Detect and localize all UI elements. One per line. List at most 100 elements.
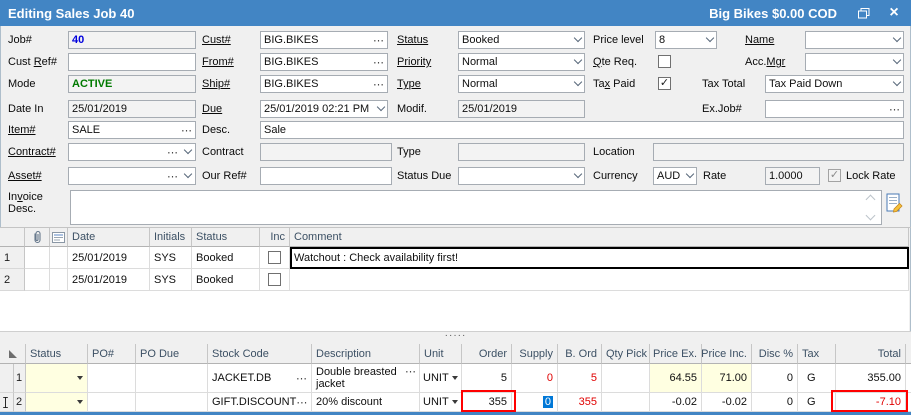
edit-invoice-notes-button[interactable] — [886, 193, 904, 217]
item-qty-pick-cell[interactable] — [602, 393, 650, 412]
col-header-initials[interactable]: Initials — [150, 228, 192, 247]
item-status-cell[interactable] — [26, 393, 88, 412]
dropdown-arrow-icon[interactable] — [376, 102, 386, 112]
col-header-tax[interactable]: Tax — [798, 344, 836, 364]
notes-cell[interactable] — [50, 269, 68, 291]
item-price-inc-cell[interactable]: -0.02 — [702, 393, 752, 412]
attachment-column-header[interactable] — [25, 228, 50, 247]
item-supply-cell-editing[interactable]: 0 — [512, 393, 558, 412]
name-label[interactable]: Name — [745, 34, 774, 46]
dropdown-arrow-icon[interactable] — [892, 77, 902, 87]
dropdown-arrow-icon[interactable] — [705, 33, 715, 43]
from-ellipsis-button[interactable]: ⋯ — [373, 56, 384, 69]
comment-text-cell-focused[interactable]: Watchout : Check availability first! — [290, 247, 909, 269]
stock-code-ellipsis-button[interactable]: ⋯ — [296, 372, 307, 385]
col-header-po-due[interactable]: PO Due — [136, 344, 208, 364]
attachment-cell[interactable] — [25, 269, 50, 291]
ship-ellipsis-button[interactable]: ⋯ — [373, 78, 384, 91]
dropdown-arrow-icon[interactable] — [892, 55, 902, 65]
item-unit-cell[interactable]: UNIT — [420, 393, 462, 412]
item-qty-pick-cell[interactable] — [602, 364, 650, 393]
comment-status-cell[interactable]: Booked — [192, 269, 260, 291]
col-header-comment[interactable]: Comment — [290, 228, 909, 247]
attachment-cell[interactable] — [25, 247, 50, 269]
asset-ellipsis-button[interactable]: ⋯ — [167, 170, 178, 183]
ex-job-field[interactable]: ⋯ — [765, 100, 904, 118]
cust-ellipsis-button[interactable]: ⋯ — [373, 34, 384, 47]
tax-total-dropdown[interactable]: Tax Paid Down — [765, 75, 904, 93]
status-dropdown[interactable]: Booked — [458, 31, 585, 49]
dropdown-arrow-icon[interactable] — [573, 33, 583, 43]
comment-text-cell[interactable] — [290, 269, 909, 291]
type-label[interactable]: Type — [397, 78, 421, 90]
col-header-order[interactable]: Order — [462, 344, 512, 364]
acc-mgr-label[interactable]: Acc.Mgr — [745, 56, 785, 68]
col-header-description[interactable]: Description — [312, 344, 420, 364]
item-disc-cell[interactable]: 0 — [752, 364, 798, 393]
item-total-cell[interactable]: 355.00 — [836, 364, 906, 393]
col-header-status[interactable]: Status — [192, 228, 260, 247]
cust-label[interactable]: Cust# — [202, 34, 231, 46]
item-price-inc-cell[interactable]: 71.00 — [702, 364, 752, 393]
item-description-cell[interactable]: Double breasted jacket ⋯ — [312, 364, 420, 393]
inc-checkbox[interactable] — [268, 251, 281, 264]
item-unit-cell[interactable]: UNIT — [420, 364, 462, 393]
priority-label[interactable]: Priority — [397, 56, 431, 68]
priority-dropdown[interactable]: Normal — [458, 53, 585, 71]
cust-field[interactable]: BIG.BIKES ⋯ — [260, 31, 388, 49]
item-row-number[interactable]: 1 — [14, 364, 26, 393]
items-corner-header[interactable] — [0, 344, 26, 364]
currency-dropdown[interactable]: AUD — [653, 167, 697, 185]
comment-status-cell[interactable]: Booked — [192, 247, 260, 269]
invoice-desc-textarea[interactable] — [70, 190, 882, 225]
col-header-supply[interactable]: Supply — [512, 344, 558, 364]
item-po-due-cell[interactable] — [136, 393, 208, 412]
item-tax-cell[interactable]: G — [798, 364, 836, 393]
comment-inc-cell[interactable] — [260, 247, 290, 269]
col-header-total[interactable]: Total — [836, 344, 906, 364]
item-po-cell[interactable] — [88, 364, 136, 393]
asset-field[interactable]: ⋯ — [68, 167, 196, 185]
comment-inc-cell[interactable] — [260, 269, 290, 291]
comment-date-cell[interactable]: 25/01/2019 — [68, 247, 150, 269]
desc-field[interactable]: Sale — [260, 121, 904, 139]
acc-mgr-dropdown[interactable] — [805, 53, 904, 71]
item-field[interactable]: SALE ⋯ — [68, 121, 196, 139]
dropdown-arrow-icon[interactable] — [183, 169, 193, 179]
item-price-ex-cell[interactable]: 64.55 — [650, 364, 702, 393]
item-b-ord-cell[interactable]: 355 — [558, 393, 602, 412]
col-header-b-ord[interactable]: B. Ord — [558, 344, 602, 364]
ship-label[interactable]: Ship# — [202, 78, 230, 90]
item-description-cell[interactable]: 20% discount — [312, 393, 420, 412]
ship-field[interactable]: BIG.BIKES ⋯ — [260, 75, 388, 93]
due-field[interactable]: 25/01/2019 02:21 PM — [260, 100, 388, 118]
col-header-price-ex[interactable]: Price Ex. — [650, 344, 702, 364]
comment-row-number[interactable]: 1 — [0, 247, 25, 269]
col-header-status[interactable]: Status — [26, 344, 88, 364]
status-due-dropdown[interactable] — [458, 167, 585, 185]
stock-code-ellipsis-button[interactable]: ⋯ — [296, 396, 307, 409]
status-label[interactable]: Status — [397, 34, 428, 46]
dropdown-arrow-icon[interactable] — [573, 77, 583, 87]
dropdown-arrow-icon[interactable] — [452, 400, 458, 404]
lock-rate-checkbox[interactable]: ✓ — [828, 169, 841, 182]
due-label[interactable]: Due — [202, 103, 222, 115]
splitter-handle[interactable]: ····· — [0, 331, 911, 344]
dropdown-arrow-icon[interactable] — [573, 169, 583, 179]
item-po-cell[interactable] — [88, 393, 136, 412]
close-button[interactable]: × — [883, 3, 905, 23]
notes-cell[interactable] — [50, 247, 68, 269]
col-header-disc[interactable]: Disc % — [752, 344, 798, 364]
from-label[interactable]: From# — [202, 56, 234, 68]
qte-req-checkbox[interactable] — [658, 55, 671, 68]
job-field[interactable]: 40 — [68, 31, 196, 49]
comment-date-cell[interactable]: 25/01/2019 — [68, 269, 150, 291]
restore-button[interactable] — [853, 3, 875, 23]
item-stock-code-cell[interactable]: JACKET.DB ⋯ — [208, 364, 312, 393]
dropdown-arrow-icon[interactable] — [77, 376, 83, 380]
ex-job-ellipsis-button[interactable]: ⋯ — [889, 103, 900, 116]
item-price-ex-cell[interactable]: -0.02 — [650, 393, 702, 412]
dropdown-arrow-icon[interactable] — [452, 376, 458, 380]
description-ellipsis-button[interactable]: ⋯ — [405, 366, 416, 378]
row-margin[interactable] — [0, 393, 14, 412]
